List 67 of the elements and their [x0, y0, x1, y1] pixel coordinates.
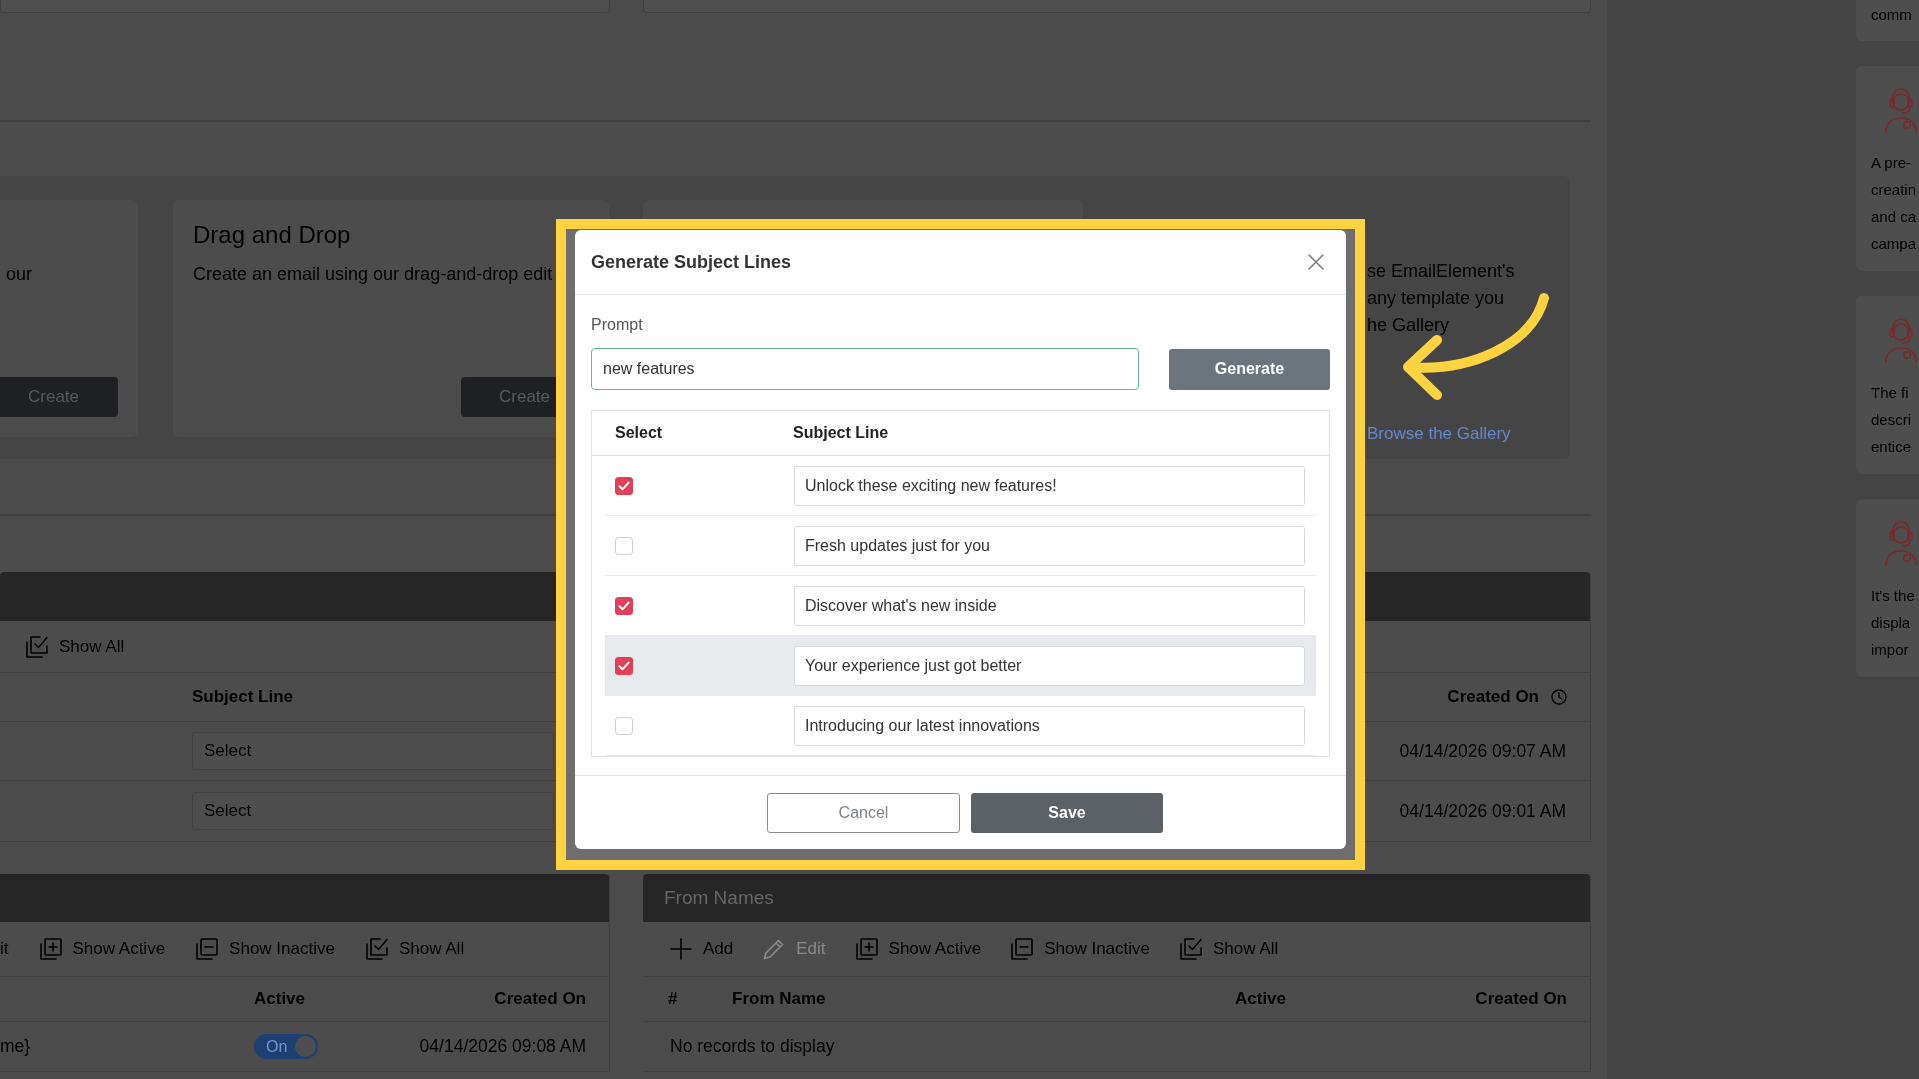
- help-text: It's the displa impor: [1871, 586, 1916, 660]
- toggle-switch[interactable]: On: [254, 1034, 318, 1059]
- card-description: our: [6, 263, 33, 286]
- column-header: Created On: [494, 988, 586, 1011]
- add-button[interactable]: Add: [670, 937, 734, 961]
- date-cell-text: 04/14/2026 09:07 AM: [1399, 739, 1566, 763]
- square-plus-icon: [855, 938, 878, 960]
- checkbox[interactable]: [615, 536, 633, 555]
- toolbar-button[interactable]: it: [0, 937, 9, 961]
- column-header: Active: [254, 988, 306, 1011]
- show-active-button[interactable]: Show Active: [39, 937, 166, 961]
- help-text: comm: [1871, 5, 1913, 25]
- show-all-button[interactable]: Show All: [26, 634, 125, 659]
- subject-line-input[interactable]: Discover what's new inside: [794, 585, 1305, 626]
- cancel-button[interactable]: Cancel: [767, 792, 960, 833]
- help-text: The fi descri entice: [1871, 383, 1913, 457]
- headset-person-icon: [1885, 87, 1917, 133]
- checkbox[interactable]: [615, 476, 633, 495]
- save-button[interactable]: Save: [971, 792, 1163, 833]
- empty-message: No records to display: [670, 1035, 835, 1059]
- pencil-icon: [763, 938, 786, 960]
- column-header: From Name: [732, 988, 827, 1011]
- name-cell-text: me}: [0, 1035, 32, 1059]
- square-check-icon: [365, 938, 388, 960]
- show-all-button[interactable]: Show All: [365, 937, 465, 961]
- square-minus-icon: [196, 938, 219, 960]
- create-button[interactable]: Create: [461, 377, 556, 417]
- subject-line-input[interactable]: Unlock these exciting new features!: [794, 465, 1305, 506]
- subject-line-input[interactable]: Your experience just got better: [794, 645, 1305, 686]
- show-all-button[interactable]: Show All: [1180, 937, 1279, 961]
- plus-icon: [670, 938, 692, 960]
- subject-line-dropdown[interactable]: Select: [192, 732, 554, 770]
- modal-title: Generate Subject Lines: [591, 250, 792, 274]
- column-header: Created On: [1447, 686, 1539, 709]
- subject-line-dropdown[interactable]: Select: [192, 792, 554, 830]
- headset-person-icon: [1885, 520, 1917, 566]
- generate-button[interactable]: Generate: [1169, 348, 1330, 390]
- column-header: Subject Line: [192, 686, 294, 709]
- column-header: Created On: [1475, 988, 1567, 1011]
- square-plus-icon: [39, 938, 62, 960]
- column-header: #: [668, 988, 679, 1011]
- card-title: Drag and Drop: [193, 220, 352, 250]
- checkbox[interactable]: [615, 596, 633, 615]
- column-header: Active: [1235, 988, 1287, 1011]
- checkbox[interactable]: [615, 656, 633, 675]
- checkbox[interactable]: [615, 716, 633, 735]
- card-description: Create an email using our drag-and-drop edit: [193, 263, 554, 286]
- column-header: Select: [614, 423, 664, 443]
- show-active-button[interactable]: Show Active: [855, 937, 982, 961]
- subject-line-input[interactable]: Fresh updates just for you: [794, 525, 1305, 566]
- square-check-icon: [1180, 938, 1202, 960]
- create-button[interactable]: Create: [0, 377, 118, 417]
- panel-title: From Names: [664, 885, 774, 910]
- prompt-label: Prompt: [591, 315, 644, 335]
- column-header: Subject Line: [793, 423, 889, 443]
- subject-line-input[interactable]: Introducing our latest innovations: [794, 705, 1305, 746]
- browse-link[interactable]: Browse the Gallery: [1367, 422, 1515, 446]
- date-cell-text: 04/14/2026 09:01 AM: [1399, 799, 1566, 823]
- clock-icon[interactable]: [1551, 689, 1567, 705]
- square-minus-icon: [1011, 938, 1034, 960]
- date-cell-text: 04/14/2026 09:08 AM: [419, 1035, 586, 1059]
- help-text: A pre- creatin and ca campa: [1871, 153, 1918, 254]
- headset-person-icon: [1885, 317, 1917, 363]
- close-icon[interactable]: [1308, 254, 1324, 270]
- card-description: se EmailElement's any template you he Gallery: [1367, 260, 1515, 337]
- prompt-input[interactable]: new features: [591, 348, 1139, 390]
- square-check-icon: [26, 635, 48, 658]
